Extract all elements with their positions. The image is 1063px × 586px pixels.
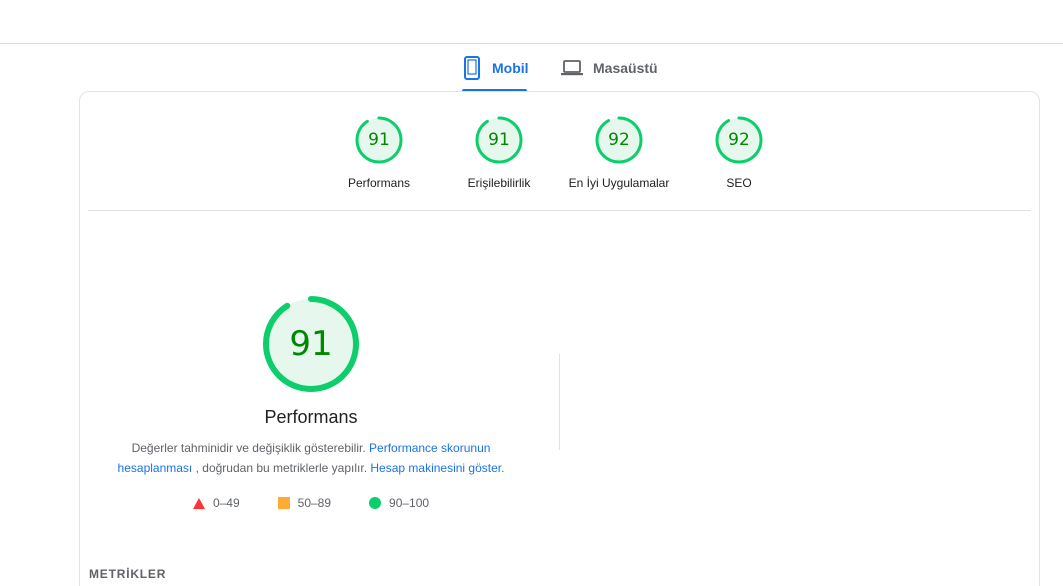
section-divider [88,210,1031,211]
performance-score-value: 91 [289,324,333,364]
triangle-icon [192,497,205,509]
score-ring: 92 [715,116,763,164]
performance-score-ring: 91 [262,295,360,393]
score-legend: 0–49 50–89 90–100 [110,496,512,510]
metrics-heading: METRİKLER [89,567,167,581]
score-value: 91 [488,130,510,150]
score-value: 92 [608,130,630,150]
legend-item-pass: 90–100 [369,496,429,510]
legend-range: 0–49 [212,496,240,510]
vertical-separator [559,354,560,450]
score-value: 92 [728,130,750,150]
performance-title: Performans [264,407,358,427]
score-ring: 92 [595,116,643,164]
gauge-accessibility[interactable]: 91 Erişilebilirlik [439,116,559,190]
tab-desktop[interactable]: Masaüstü [561,44,661,92]
score-ring: 91 [475,116,523,164]
legend-item-average: 50–89 [277,496,332,510]
gauge-label: Erişilebilirlik [467,176,531,190]
category-gauges: 91 Performans 91 Erişilebilirlik 92 En İ… [80,116,1039,196]
gauge-label: En İyi Uygulamalar [568,176,670,190]
device-tabs: Mobil Masaüstü [0,44,1063,92]
legend-item-fail: 0–49 [192,496,240,510]
tab-mobile-label: Mobil [492,60,529,76]
legend-range: 90–100 [389,496,430,510]
legend-range: 50–89 [297,496,332,510]
smartphone-icon [462,56,482,80]
description-text: Değerler tahminidir ve değişiklik göster… [131,441,366,455]
top-bar [0,0,1063,44]
show-calculator-link[interactable]: Hesap makinesini göster [370,461,501,475]
square-icon [277,497,290,509]
performance-description: Değerler tahminidir ve değişiklik göster… [110,438,512,478]
score-ring: 91 [355,116,403,164]
description-text: . [501,461,505,475]
laptop-icon [561,58,583,78]
gauge-label: Performans [347,176,411,190]
performance-summary: 91 Performans Değerler tahminidir ve değ… [110,295,512,510]
report-card: 91 Performans 91 Erişilebilirlik 92 En İ… [79,91,1040,586]
description-text: , doğrudan bu metriklerle yapılır. [195,461,368,475]
gauge-performance[interactable]: 91 Performans [319,116,439,190]
gauge-best-practices[interactable]: 92 En İyi Uygulamalar [559,116,679,190]
gauge-label: SEO [726,176,752,190]
tab-mobile[interactable]: Mobil [462,44,529,92]
tab-desktop-label: Masaüstü [593,60,658,76]
gauge-seo[interactable]: 92 SEO [679,116,799,190]
circle-icon [369,497,382,509]
score-value: 91 [368,130,390,150]
